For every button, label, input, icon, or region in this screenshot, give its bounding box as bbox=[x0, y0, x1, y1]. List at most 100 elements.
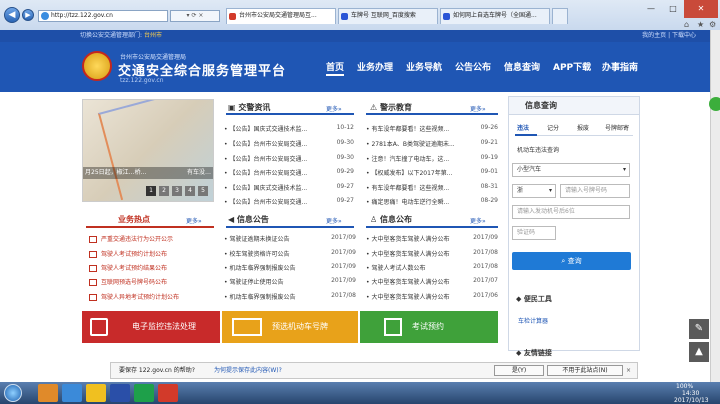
hot-item[interactable]: 严重交通违法行为公开公示 bbox=[89, 234, 173, 243]
news-divider bbox=[226, 113, 354, 115]
hot-more-link[interactable]: 更多» bbox=[186, 216, 202, 225]
captcha-input[interactable]: 验证码 bbox=[512, 226, 556, 240]
notice-item[interactable]: • 机动车临界强制报废公告 2017/09 bbox=[224, 263, 356, 272]
banner-page-1[interactable]: 1 bbox=[146, 186, 156, 196]
no-button[interactable]: 不用于此站点(N) bbox=[547, 365, 623, 376]
page-scrollbar[interactable] bbox=[710, 30, 720, 382]
tab-points[interactable]: 记分 bbox=[547, 123, 559, 132]
tab-violation[interactable]: 违法 bbox=[517, 123, 529, 132]
news-item[interactable]: • 【公告】台州市公安局交通... 09-30 bbox=[224, 154, 354, 163]
publicity-item[interactable]: • 大中型客货车驾驶人满分公布 2017/08 bbox=[366, 249, 498, 258]
publicity-divider bbox=[366, 226, 498, 228]
news-item[interactable]: • 【公告】国庆式交通技术监... 10-12 bbox=[224, 124, 354, 133]
zoom-level[interactable]: 100% bbox=[676, 383, 693, 390]
maximize-button[interactable]: □ bbox=[662, 0, 684, 18]
notice-item[interactable]: • 驾驶证逾期未换证公告 2017/09 bbox=[224, 234, 356, 243]
banner-page-3[interactable]: 3 bbox=[172, 186, 182, 196]
news-item[interactable]: • 【公告】台州市公安局交通... 09-29 bbox=[224, 168, 354, 177]
clock-time: 14:30 bbox=[682, 390, 700, 397]
menu-home[interactable]: 首页 bbox=[326, 60, 345, 76]
back-button[interactable]: ◀ bbox=[4, 7, 20, 23]
news-item[interactable]: • 【公告】台州市公安局交通... 09-30 bbox=[224, 139, 354, 148]
save-prompt-link[interactable]: 为何提示保存此内容(W)? bbox=[214, 363, 282, 378]
address-bar[interactable]: http://tzz.122.gov.cn bbox=[38, 10, 168, 22]
publicity-item[interactable]: • 大中型客货车驾驶人满分公布 2017/06 bbox=[366, 292, 498, 301]
menu-announce[interactable]: 公告公布 bbox=[455, 60, 491, 73]
publicity-item[interactable]: • 大中型客货车驾驶人满分公布 2017/07 bbox=[366, 277, 498, 286]
plate-number-input[interactable]: 请输入号牌号码 bbox=[560, 184, 630, 198]
warning-item[interactable]: • 2781本A、B类驾驶证逾期未... 09-21 bbox=[366, 139, 498, 148]
police-emblem-icon bbox=[82, 51, 112, 81]
publicity-more-link[interactable]: 更多» bbox=[470, 216, 486, 225]
camera-icon bbox=[90, 318, 108, 336]
news-item[interactable]: • 【公告】国庆式交通技术监... 09-27 bbox=[224, 183, 354, 192]
app-icon[interactable] bbox=[134, 384, 154, 402]
gear-icon[interactable]: ⚙ bbox=[709, 20, 716, 29]
baidu-favicon bbox=[341, 13, 348, 20]
menu-query[interactable]: 信息查询 bbox=[504, 60, 540, 73]
back-to-top-icon[interactable]: ▲ bbox=[689, 342, 709, 362]
notice-item[interactable]: • 校车驾驶资格许可公告 2017/09 bbox=[224, 249, 356, 258]
warning-item[interactable]: • 痛定思痛！电动车逆行全瞬... 08-29 bbox=[366, 197, 498, 206]
engine-number-input[interactable]: 请输入发动机号后6位 bbox=[512, 205, 630, 219]
tab-plate-mail[interactable]: 号牌邮寄 bbox=[605, 123, 629, 132]
banner-page-4[interactable]: 4 bbox=[185, 186, 195, 196]
tools-link[interactable]: 车检计算器 bbox=[518, 316, 548, 325]
warning-item[interactable]: • 有车没年都要看！这些视频... 08-31 bbox=[366, 183, 498, 192]
tab-taizhou[interactable]: 台州市公安局交通管理局互... bbox=[226, 8, 336, 24]
list-icon bbox=[89, 279, 97, 286]
warning-item[interactable]: • 【权威发布】以下2017年第... 09-01 bbox=[366, 168, 498, 177]
close-button[interactable]: ✕ bbox=[684, 0, 718, 18]
hot-item[interactable]: 互联网预选号牌号码公布 bbox=[89, 277, 167, 286]
menu-business[interactable]: 业务办理 bbox=[357, 60, 393, 73]
banner-page-5[interactable]: 5 bbox=[198, 186, 208, 196]
tab-scrap[interactable]: 报废 bbox=[577, 123, 589, 132]
quick-plate-button[interactable]: 预选机动车号牌 bbox=[222, 311, 358, 343]
address-tools[interactable]: ▾ ⟳ × bbox=[170, 10, 220, 22]
warning-item[interactable]: • 注意！汽车撞了电动车，这... 09-19 bbox=[366, 154, 498, 163]
hot-item[interactable]: 驾驶人考试预约结果公布 bbox=[89, 263, 167, 272]
notices-title: ◀ 信息公告 bbox=[228, 215, 269, 224]
warning-item[interactable]: • 有车没年都要看！这些视频... 09-26 bbox=[366, 124, 498, 133]
news-item[interactable]: • 【公告】台州市公安局交通... 09-27 bbox=[224, 197, 354, 206]
word-icon[interactable] bbox=[110, 384, 130, 402]
explorer-icon[interactable] bbox=[38, 384, 58, 402]
province-select[interactable]: 浙 ▾ bbox=[512, 184, 556, 198]
quick-violation-button[interactable]: 电子监控违法处理 bbox=[82, 311, 220, 343]
list-icon bbox=[89, 294, 97, 301]
edit-icon[interactable]: ✎ bbox=[689, 319, 709, 339]
notice-item[interactable]: • 驾驶证停止使用公告 2017/09 bbox=[224, 277, 356, 286]
warning-more-link[interactable]: 更多» bbox=[470, 104, 486, 113]
close-icon[interactable]: × bbox=[626, 363, 631, 378]
news-more-link[interactable]: 更多» bbox=[326, 104, 342, 113]
hot-item[interactable]: 驾驶人异地考试预约计划公布 bbox=[89, 292, 179, 301]
ie-taskbar-icon[interactable] bbox=[62, 384, 82, 402]
quick-exam-button[interactable]: 考试预约 bbox=[360, 311, 498, 343]
publicity-item[interactable]: • 大中型客货车驾驶人满分公布 2017/09 bbox=[366, 234, 498, 243]
menu-guide[interactable]: 业务导航 bbox=[406, 60, 442, 73]
top-links[interactable]: 我的主页 | 下载中心 bbox=[642, 30, 696, 42]
tab-plate-guide[interactable]: 如何网上自选车牌号（全国通... bbox=[440, 8, 550, 24]
query-button[interactable]: ⌕ 查询 bbox=[512, 252, 631, 270]
favorites-icon[interactable]: ★ bbox=[697, 20, 704, 29]
forward-button[interactable]: ▶ bbox=[22, 9, 34, 21]
hot-item[interactable]: 驾驶人考试预约计划公布 bbox=[89, 249, 167, 258]
menu-handbook[interactable]: 办事指南 bbox=[602, 60, 638, 73]
vehicle-type-select[interactable]: 小型汽车 ▾ bbox=[512, 163, 630, 177]
app-icon[interactable] bbox=[158, 384, 178, 402]
home-icon[interactable]: ⌂ bbox=[684, 20, 689, 29]
notice-item[interactable]: • 机动车临界强制报废公告 2017/08 bbox=[224, 292, 356, 301]
publicity-item[interactable]: • 驾驶人考试人数公布 2017/08 bbox=[366, 263, 498, 272]
warning-title: ⚠ 警示教育 bbox=[370, 103, 412, 112]
minimize-button[interactable]: — bbox=[640, 0, 662, 18]
region-city[interactable]: 台州市 bbox=[144, 32, 162, 39]
folder-icon[interactable] bbox=[86, 384, 106, 402]
menu-app-download[interactable]: APP下载 bbox=[553, 60, 591, 73]
new-tab-button[interactable] bbox=[552, 8, 568, 24]
yes-button[interactable]: 是(Y) bbox=[494, 365, 544, 376]
banner-page-2[interactable]: 2 bbox=[159, 186, 169, 196]
start-button[interactable] bbox=[4, 384, 22, 402]
tab-baidu[interactable]: 车牌号 互联网_百度搜索 bbox=[338, 8, 438, 24]
notices-more-link[interactable]: 更多» bbox=[326, 216, 342, 225]
green-float-icon[interactable] bbox=[709, 97, 720, 111]
